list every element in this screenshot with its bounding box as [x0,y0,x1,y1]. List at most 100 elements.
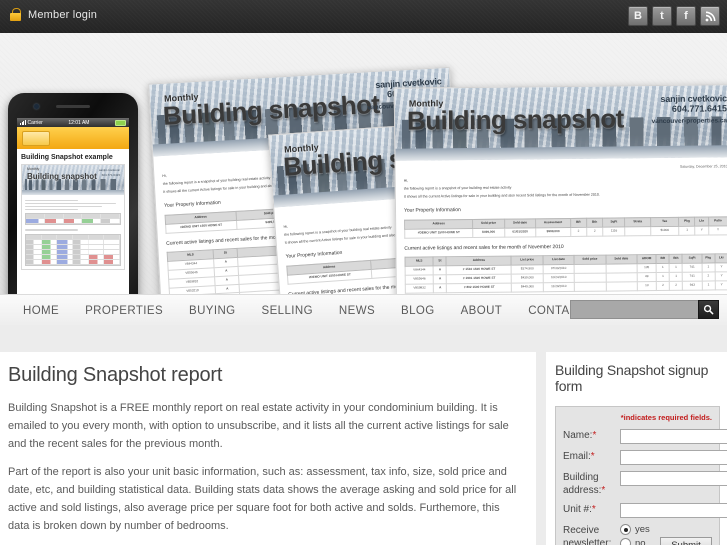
td-bth: 1 [669,272,683,282]
top-utility-bar: Member login B t f [0,0,727,34]
details-paragraph: Part of the report is also your unit bas… [8,466,517,532]
agent-phone-front: 604.771.6415 [671,103,727,114]
page-root: Member login B t f Carrier 12:01 AM Buil… [0,0,727,545]
th-sold-price: Sold price [472,218,505,229]
td-br: 1 [656,263,670,273]
phone-report-banner: Monthly Building snapshot sanjin cvetkov… [22,165,124,195]
td-tax: $1900 [650,226,680,236]
nav-item-home[interactable]: HOME [10,305,72,317]
facebook-glyph: f [684,10,688,22]
email-field[interactable] [620,450,727,465]
building-address-label-text: Building address: [563,472,602,496]
td-assessment: $999,000 [535,227,571,237]
listings-table-front: MLS St Address List price List date Sold… [404,253,727,293]
th-pkg: Pkg [678,216,696,227]
signup-form: *indicates required fields. Name:* Email… [555,406,727,545]
field-row-building-address: Building address:* [563,471,727,497]
hero-banner: Carrier 12:01 AM Building Snapshot examp… [0,33,727,294]
td-list-price: $374,900 [511,264,543,274]
td-pkg: 2 [701,271,716,281]
td-sold-date [605,263,638,273]
field-row-unit: Unit #:* [563,503,727,518]
nav-item-about[interactable]: ABOUT [448,305,516,317]
td-pkg: 1 [701,262,715,272]
name-label: Name:* [563,429,620,443]
th-strata: Strata [625,217,651,227]
search-button[interactable] [698,300,719,319]
phone-listings-table [25,233,121,266]
td-bth: 2 [586,226,603,236]
blogger-icon[interactable]: B [628,6,648,26]
phone-agent-phone: 604.771.6415 [101,172,120,177]
report-agent-front: sanjin cvetkovic 604.771.6415 vancouver-… [651,93,727,125]
radio-no-icon[interactable] [620,538,631,545]
search-input[interactable] [570,300,698,319]
nav-item-buying[interactable]: BUYING [176,305,249,317]
phone-property-table [25,213,121,225]
th-tax: Tax [650,217,679,227]
th-br: BR [656,254,670,264]
td-pkg: 1 [678,225,696,235]
th-lkr: Lkr [695,216,709,226]
td-br: 2 [570,226,587,237]
building-address-label: Building address:* [563,471,620,497]
newsletter-option-yes[interactable]: yes [620,524,712,535]
th-list-price: List price [511,255,543,266]
td-lkr: Y [695,225,709,235]
facebook-icon[interactable]: f [676,6,696,26]
th-sqft: SqFt [602,217,626,227]
member-login-link[interactable]: Member login [10,8,97,21]
name-field[interactable] [620,429,727,444]
td-list-date: 10/24/2010 [542,273,575,283]
th-bth: Bth [669,254,683,264]
report-sheet-front: Monthly Building snapshot sanjin cvetkov… [393,84,727,294]
td-mls: V853210 [169,285,216,294]
td-strata [625,226,651,236]
email-label-text: Email: [563,451,591,462]
phone-screen: Carrier 12:01 AM Building Snapshot examp… [17,118,129,294]
required-fields-note: *indicates required fields. [620,413,712,422]
phone-statusbar: Carrier 12:01 AM [17,118,129,127]
td-sold-price [574,264,606,274]
unit-label: Unit #:* [563,503,620,517]
search-form [570,300,719,319]
field-row-name: Name:* [563,429,727,444]
radio-yes-icon[interactable] [620,524,631,535]
th-bth: Bth [586,217,603,227]
nav-item-properties[interactable]: PROPERTIES [72,305,176,317]
twitter-glyph: t [660,10,664,22]
property-heading-front: Your Property Information [403,207,461,215]
listings-heading-front: Current active listings and recent sales… [404,243,564,252]
twitter-icon[interactable]: t [652,6,672,26]
signup-form-title: Building Snapshot signup form [555,362,709,394]
th-list-date: List date [542,255,575,265]
td-lkr: Y [715,280,727,290]
report-title-front: Building snapshot [406,103,624,136]
iphone-mockup: Carrier 12:01 AM Building Snapshot examp… [8,93,138,294]
nav-item-list: HOME PROPERTIES BUYING SELLING NEWS BLOG… [0,305,599,317]
submit-button[interactable]: Submit [660,537,712,545]
td-lkr: Y [714,271,727,281]
phone-address-bar [17,127,129,149]
report-line2-front: It shows all the current Active listings… [403,193,600,200]
td-st: A [433,265,447,275]
nav-item-selling[interactable]: SELLING [249,305,326,317]
td-mls: V859832 [405,283,434,293]
unit-field[interactable] [620,503,727,518]
agent-web-front: vancouver-properties.ca [651,117,727,126]
nav-item-blog[interactable]: BLOG [388,305,448,317]
th-lkr: Lkr [714,253,727,263]
phone-report-agent: sanjin cvetkovic 604.771.6415 [99,168,120,177]
rss-icon[interactable] [700,6,720,26]
phone-report-monthly: Monthly [27,167,40,171]
th-assessment: Assessment [535,218,571,228]
nav-item-news[interactable]: NEWS [326,305,388,317]
field-row-email: Email:* [563,450,727,465]
blogger-glyph: B [634,10,642,22]
content-area: Building Snapshot report Building Snapsh… [0,325,727,545]
td-sold-price [574,272,606,283]
building-address-field[interactable] [620,471,727,486]
td-address: #DEMO UNIT 1500 HOWE ST [404,228,473,238]
unit-label-text: Unit #: [563,504,592,515]
intro-paragraph: Building Snapshot is a FREE monthly repo… [8,402,509,450]
